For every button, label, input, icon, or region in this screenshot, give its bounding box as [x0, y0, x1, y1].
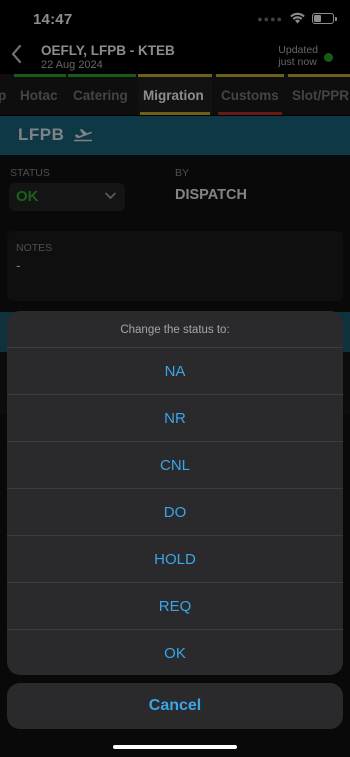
option-na[interactable]: NA [7, 348, 343, 395]
action-sheet-title: Change the status to: [7, 311, 343, 348]
option-req[interactable]: REQ [7, 583, 343, 630]
home-indicator[interactable] [113, 745, 237, 749]
option-hold[interactable]: HOLD [7, 536, 343, 583]
option-ok[interactable]: OK [7, 630, 343, 675]
option-cnl[interactable]: CNL [7, 442, 343, 489]
option-nr[interactable]: NR [7, 395, 343, 442]
option-do[interactable]: DO [7, 489, 343, 536]
status-action-sheet: Change the status to: NA NR CNL DO HOLD … [7, 311, 343, 675]
cancel-button[interactable]: Cancel [7, 683, 343, 729]
